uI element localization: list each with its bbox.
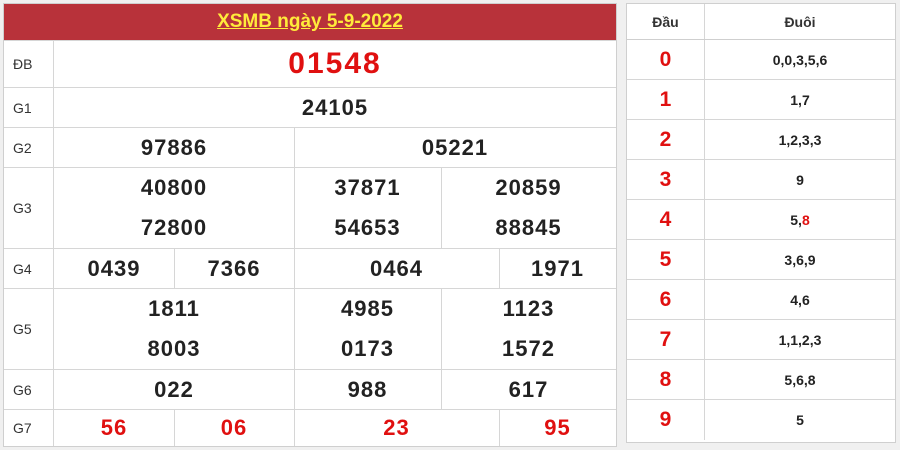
loto-row: 1 1,7 bbox=[627, 80, 895, 120]
results-title-bar: XSMB ngày 5-9-2022 bbox=[4, 4, 616, 40]
loto-row: 2 1,2,3,3 bbox=[627, 120, 895, 160]
loto-row: 9 5 bbox=[627, 400, 895, 440]
prize-value: 37871 bbox=[334, 175, 401, 200]
loto-head: 6 bbox=[627, 280, 705, 319]
row-label: G4 bbox=[4, 249, 54, 288]
prize-value: 24105 bbox=[301, 94, 369, 120]
loto-tail: 1,7 bbox=[790, 91, 810, 108]
loto-tail: 3,6,9 bbox=[784, 251, 816, 268]
loto-table: Đầu Đuôi 0 0,0,3,5,6 1 1,7 2 1,2,3,3 3 9… bbox=[626, 3, 896, 443]
loto-row: 3 9 bbox=[627, 160, 895, 200]
prize-value: 05221 bbox=[421, 134, 489, 160]
loto-tail: 5, 8 bbox=[705, 200, 895, 239]
prize-value: 8003 bbox=[147, 336, 201, 361]
prize-value: 617 bbox=[508, 376, 549, 402]
prize-value: 54653 bbox=[334, 215, 401, 240]
prize-value: 1123 bbox=[502, 296, 555, 321]
loto-head: 0 bbox=[627, 40, 705, 79]
loto-head: 5 bbox=[627, 240, 705, 279]
results-title-link[interactable]: XSMB ngày 5-9-2022 bbox=[217, 11, 403, 33]
row-special: ĐB 01548 bbox=[4, 40, 616, 87]
loto-tail: 1,1,2,3 bbox=[778, 331, 822, 348]
prize-value: 0173 bbox=[341, 336, 394, 361]
loto-tail-part: 5, bbox=[790, 211, 802, 228]
prize-value: 0464 bbox=[370, 255, 423, 281]
loto-head: 3 bbox=[627, 160, 705, 199]
tail-column-title: Đuôi bbox=[784, 13, 816, 30]
prize-value: 7366 bbox=[207, 255, 261, 281]
prize-value: 988 bbox=[347, 376, 388, 402]
loto-head: 8 bbox=[627, 360, 705, 399]
row-g2: G2 97886 05221 bbox=[4, 127, 616, 167]
prize-value: 56 bbox=[100, 415, 128, 440]
loto-head: 7 bbox=[627, 320, 705, 359]
loto-head: 1 bbox=[627, 80, 705, 119]
loto-row: 8 5,6,8 bbox=[627, 360, 895, 400]
loto-tail-special: 8 bbox=[801, 211, 810, 228]
loto-head: 4 bbox=[627, 200, 705, 239]
row-label: G6 bbox=[4, 370, 54, 409]
loto-tail: 1,2,3,3 bbox=[778, 131, 822, 148]
loto-tail: 5 bbox=[796, 412, 804, 428]
loto-tail: 9 bbox=[796, 171, 804, 188]
loto-head: 9 bbox=[627, 400, 705, 440]
row-label: G2 bbox=[4, 128, 54, 167]
loto-tail: 4,6 bbox=[790, 291, 810, 308]
loto-row: 0 0,0,3,5,6 bbox=[627, 40, 895, 80]
prize-value: 40800 bbox=[140, 175, 208, 200]
prize-value: 1811 bbox=[148, 296, 200, 321]
row-g6: G6 022 988 617 bbox=[4, 369, 616, 409]
loto-head: 2 bbox=[627, 120, 705, 159]
row-label: G5 bbox=[4, 289, 54, 369]
loto-row: 6 4,6 bbox=[627, 280, 895, 320]
prize-value: 0439 bbox=[87, 255, 141, 281]
prize-value: 97886 bbox=[140, 134, 208, 160]
prize-value: 20859 bbox=[495, 175, 562, 200]
row-g4: G4 0439 7366 0464 1971 bbox=[4, 248, 616, 288]
prize-value: 1971 bbox=[531, 255, 584, 281]
loto-row: 5 3,6,9 bbox=[627, 240, 895, 280]
row-label: ĐB bbox=[4, 41, 54, 87]
row-g1: G1 24105 bbox=[4, 87, 616, 127]
loto-tail: 0,0,3,5,6 bbox=[772, 51, 828, 68]
prize-value: 88845 bbox=[495, 215, 562, 240]
row-g3: G3 40800 37871 20859 72800 54653 88845 bbox=[4, 167, 616, 248]
results-table: XSMB ngày 5-9-2022 ĐB 01548 G1 24105 G2 … bbox=[3, 3, 617, 447]
row-label: G1 bbox=[4, 88, 54, 127]
prize-value: 72800 bbox=[140, 215, 208, 240]
row-label: G7 bbox=[4, 410, 54, 446]
prize-value: 4985 bbox=[341, 296, 394, 321]
special-prize: 01548 bbox=[288, 47, 382, 80]
row-g5: G5 1811 4985 1123 8003 0173 1572 bbox=[4, 288, 616, 369]
row-label: G3 bbox=[4, 168, 54, 248]
loto-tail: 5,6,8 bbox=[784, 371, 816, 388]
prize-value: 022 bbox=[154, 376, 194, 402]
loto-header: Đầu Đuôi bbox=[627, 4, 895, 40]
head-column-title: Đầu bbox=[627, 4, 705, 39]
row-g7: G7 56 06 23 95 bbox=[4, 409, 616, 446]
loto-row: 4 5, 8 bbox=[627, 200, 895, 240]
prize-value: 23 bbox=[383, 415, 410, 440]
prize-value: 1572 bbox=[502, 336, 555, 361]
loto-row: 7 1,1,2,3 bbox=[627, 320, 895, 360]
prize-value: 06 bbox=[220, 415, 248, 440]
prize-value: 95 bbox=[544, 415, 571, 440]
